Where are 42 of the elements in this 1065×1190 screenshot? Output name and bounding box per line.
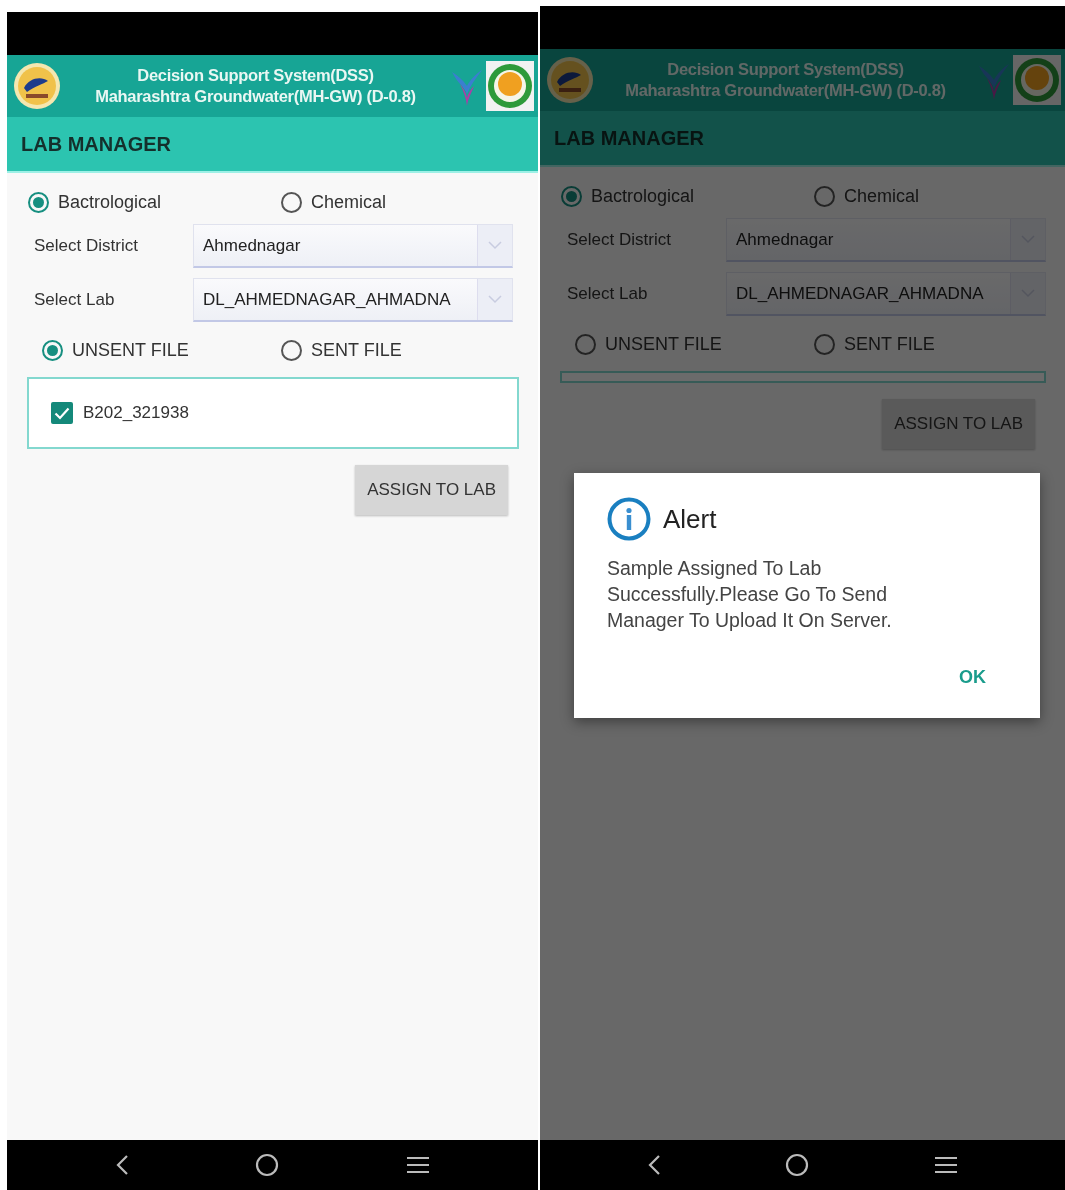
file-type-radio[interactable]: UNSENT FILE — [575, 333, 814, 355]
test-type-radio[interactable]: Bactrological — [28, 191, 281, 213]
dropdown-field[interactable]: Ahmednagar — [193, 224, 513, 268]
field-label: Select Lab — [34, 290, 116, 310]
test-type-radio[interactable]: Chemical — [281, 191, 538, 213]
back-icon[interactable] — [115, 1154, 130, 1176]
file-type-radio[interactable]: SENT FILE — [281, 339, 538, 361]
chevron-down-icon — [488, 295, 502, 304]
dialog-message: Sample Assigned To Lab Successfully.Please Go To Send Manager To Upload It On Server. — [607, 556, 893, 633]
assign-button[interactable]: ASSIGN TO LAB — [882, 399, 1035, 449]
chevron-down-icon — [488, 241, 502, 250]
assign-button[interactable]: ASSIGN TO LAB — [355, 465, 508, 515]
field-label: Select Lab — [567, 284, 649, 304]
round-emblem-icon — [546, 56, 594, 104]
test-type-radio[interactable]: Bactrological — [561, 185, 814, 207]
home-icon[interactable] — [785, 1153, 810, 1177]
back-icon[interactable] — [647, 1154, 662, 1176]
dropdown-field[interactable]: DL_AHMEDNAGAR_AHMADNA — [726, 272, 1046, 316]
dropdown-field[interactable]: Ahmednagar — [726, 218, 1046, 262]
page-title: LAB MANAGER — [554, 126, 704, 150]
file-type-radio[interactable]: SENT FILE — [814, 333, 1065, 355]
menu-icon[interactable] — [933, 1155, 958, 1175]
file-name: B202_321938 — [83, 403, 189, 423]
file-type-radio[interactable]: UNSENT FILE — [42, 339, 281, 361]
round-emblem-icon — [1013, 55, 1061, 105]
page-title: LAB MANAGER — [21, 132, 171, 156]
info-icon — [607, 497, 651, 541]
menu-icon[interactable] — [405, 1155, 430, 1175]
field-label: Select District — [567, 230, 672, 250]
dropdown-field[interactable]: DL_AHMEDNAGAR_AHMADNA — [193, 278, 513, 322]
app-title: Decision Support System(DSS) — [667, 59, 904, 80]
ok-button[interactable]: OK — [955, 663, 990, 692]
checkbox[interactable] — [51, 402, 73, 424]
dialog-title: Alert — [663, 503, 717, 535]
round-emblem-icon — [13, 62, 61, 110]
round-emblem-icon — [486, 61, 534, 111]
home-icon[interactable] — [255, 1153, 280, 1177]
app-subtitle: Maharashtra Groundwater(MH-GW) (D-0.8) — [625, 80, 946, 101]
app-subtitle: Maharashtra Groundwater(MH-GW) (D-0.8) — [95, 86, 416, 107]
app-title: Decision Support System(DSS) — [137, 65, 374, 86]
field-label: Select District — [34, 236, 139, 256]
test-type-radio[interactable]: Chemical — [814, 185, 1065, 207]
